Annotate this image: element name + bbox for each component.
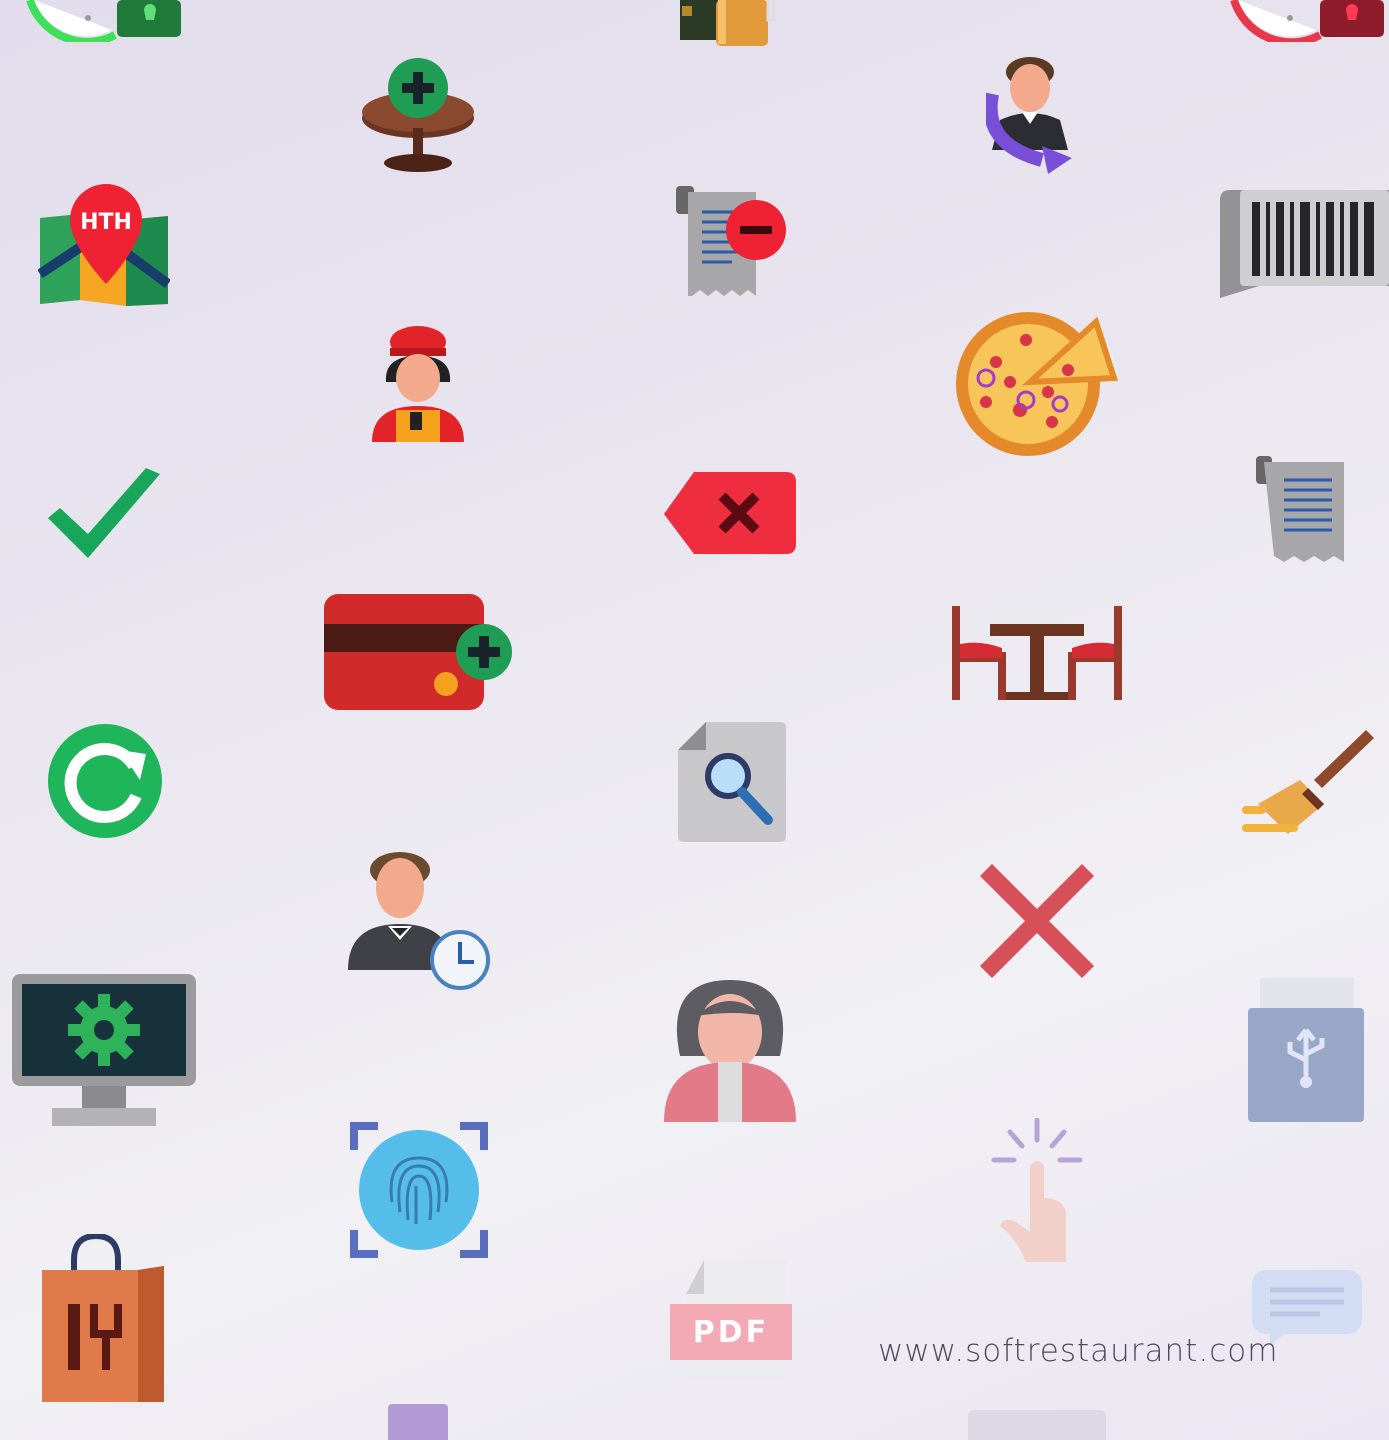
broom-clean-icon	[1242, 730, 1374, 834]
dining-table-icon	[952, 606, 1122, 700]
fingerprint-icon	[350, 1122, 488, 1258]
monitor-settings-icon	[12, 974, 196, 1126]
drinks-icon	[680, 0, 776, 46]
female-user-icon	[664, 980, 796, 1122]
timer-lock-green-icon	[26, 0, 181, 42]
website-url[interactable]: www.softrestaurant.com	[878, 1333, 1278, 1369]
timer-lock-red-icon	[1230, 0, 1384, 42]
checkmark-icon	[48, 468, 160, 558]
map-location-icon: HTH	[38, 184, 170, 306]
receipt-icon	[1256, 456, 1344, 562]
usb-drive-icon	[1248, 978, 1364, 1122]
waiter-clock-icon	[348, 852, 490, 990]
pdf-file-icon: PDF	[670, 1260, 792, 1378]
add-card-icon	[324, 594, 512, 710]
cashier-icon	[372, 326, 464, 442]
cancel-ticket-icon	[676, 186, 786, 296]
close-x-icon	[980, 864, 1094, 978]
search-document-icon	[678, 722, 786, 842]
takeaway-bag-icon	[42, 1234, 164, 1402]
gray-shape	[968, 1410, 1106, 1440]
pizza-slice-icon	[956, 312, 1119, 456]
barcode-icon	[1220, 190, 1389, 298]
map-label: HTH	[80, 210, 132, 235]
purple-square-shape	[388, 1404, 448, 1440]
transfer-waiter-icon	[986, 57, 1072, 174]
pdf-label: PDF	[693, 1315, 769, 1350]
backspace-delete-icon	[664, 472, 796, 554]
touch-click-icon	[991, 1118, 1083, 1262]
add-table-icon	[362, 58, 474, 172]
refresh-icon	[48, 724, 162, 838]
